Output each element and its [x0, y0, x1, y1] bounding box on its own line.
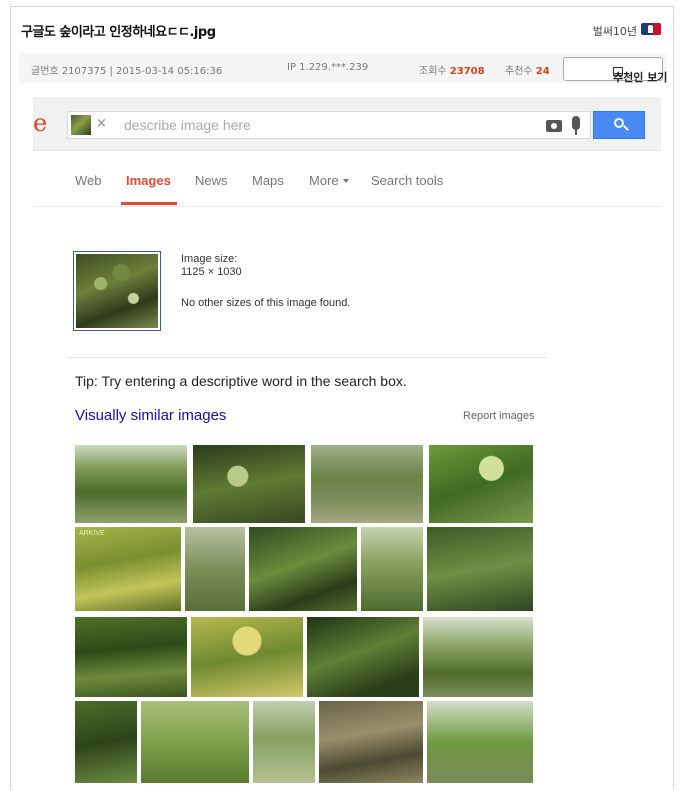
mlb-team-icon [641, 23, 661, 35]
search-tip: Tip: Try entering a descriptive word in … [75, 373, 407, 389]
tab-images[interactable]: Images [126, 173, 171, 188]
search-box[interactable]: × describe image here [67, 111, 591, 139]
recommend-count-label: 추천수 [505, 66, 533, 77]
view-count-value: 23708 [449, 66, 485, 77]
view-recommenders-label: 추천인 보기 [613, 71, 668, 84]
post-number-date: 글번호 2107375 | 2015-03-14 05:16:36 [31, 66, 223, 77]
similar-image-thumbnail[interactable] [75, 445, 187, 523]
similar-image-thumbnail[interactable]: ARKIVE [75, 527, 181, 611]
recommend-count-value: 24 [535, 66, 550, 77]
similar-image-thumbnail[interactable] [191, 617, 303, 697]
image-size-info: Image size: 1125 × 1030 [181, 253, 242, 279]
similar-image-thumbnail[interactable] [249, 527, 357, 611]
query-image-preview[interactable] [73, 251, 161, 331]
camera-icon[interactable] [546, 120, 562, 132]
similar-image-thumbnail[interactable] [307, 617, 419, 697]
similar-image-thumbnail[interactable] [185, 527, 245, 611]
similar-image-thumbnail[interactable] [423, 617, 533, 697]
post-title: 구글도 숲이라고 인정하네요ㄷㄷ.jpg [21, 25, 216, 40]
tab-more-label: More [309, 173, 339, 188]
view-count-label: 조회수 [419, 66, 447, 77]
similar-image-thumbnail[interactable] [429, 445, 533, 523]
arkive-watermark: ARKIVE [79, 530, 105, 537]
post-ip: IP 1.229.***.239 [287, 62, 369, 73]
chevron-down-icon [342, 179, 349, 183]
similar-image-thumbnail[interactable] [311, 445, 423, 523]
similar-image-thumbnail[interactable] [141, 701, 249, 783]
divider [67, 357, 547, 358]
similar-image-thumbnail[interactable] [427, 527, 533, 611]
view-recommenders-button[interactable]: 추천인 보기 [563, 57, 667, 84]
tab-search-tools[interactable]: Search tools [371, 173, 443, 188]
google-screenshot: e × describe image here Web Images News … [33, 97, 661, 791]
active-tab-indicator [121, 202, 177, 205]
tab-web[interactable]: Web [75, 173, 102, 188]
image-size-value: 1125 × 1030 [181, 266, 242, 278]
post-meta-bar: 글번호 2107375 | 2015-03-14 05:16:36 IP 1.2… [19, 53, 667, 84]
report-images-link[interactable]: Report images [463, 410, 535, 422]
similar-image-thumbnail[interactable] [361, 527, 423, 611]
similar-image-thumbnail[interactable] [253, 701, 315, 783]
google-top-bar: e × describe image here [33, 97, 661, 151]
no-other-sizes-text: No other sizes of this image found. [181, 297, 351, 309]
tab-more[interactable]: More [309, 173, 349, 188]
view-count: 조회수 23708 [419, 62, 485, 77]
similar-image-thumbnail[interactable] [193, 445, 305, 523]
author-name[interactable]: 벌써10년 [593, 23, 637, 39]
query-image-thumbnail [71, 115, 91, 135]
search-button[interactable] [593, 111, 645, 139]
image-size-label: Image size: [181, 253, 238, 265]
similar-image-thumbnail[interactable] [75, 617, 187, 697]
similar-image-thumbnail[interactable] [319, 701, 423, 783]
microphone-icon[interactable] [572, 116, 580, 135]
recommend-count: 추천수 24 [505, 62, 550, 77]
similar-image-thumbnail[interactable] [427, 701, 533, 783]
google-logo[interactable]: e [33, 109, 47, 137]
tab-maps[interactable]: Maps [252, 173, 284, 188]
post-frame: 구글도 숲이라고 인정하네요ㄷㄷ.jpg 벌써10년 글번호 2107375 |… [10, 6, 674, 791]
search-input[interactable]: describe image here [124, 117, 251, 133]
search-tabs: Web Images News Maps More Search tools [33, 151, 661, 207]
visually-similar-heading[interactable]: Visually similar images [75, 407, 226, 424]
remove-image-icon[interactable]: × [96, 116, 107, 131]
similar-image-thumbnail[interactable] [75, 701, 137, 783]
tab-news[interactable]: News [195, 173, 228, 188]
